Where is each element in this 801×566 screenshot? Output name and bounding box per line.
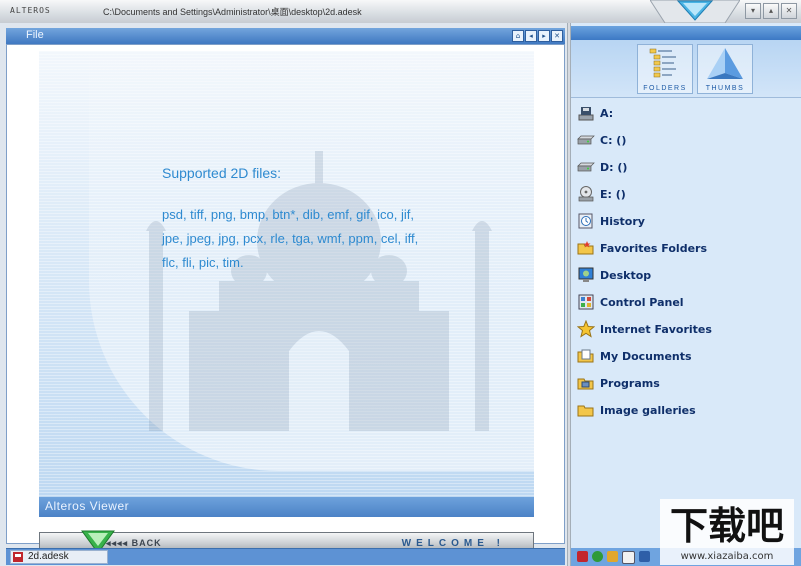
- list-item-e-drive[interactable]: E: (): [577, 184, 626, 204]
- list-item-label: Control Panel: [600, 295, 684, 309]
- rewind-arrows-icon: ◂◂◂◂: [106, 538, 129, 548]
- list-item-my-documents[interactable]: My Documents: [577, 346, 692, 366]
- refresh-icon[interactable]: [592, 551, 603, 562]
- viewer-panel-header: File ⌂ ◂ ▸ ✕: [6, 28, 565, 44]
- list-item-label: History: [600, 214, 645, 228]
- maximize-button[interactable]: ▴: [763, 3, 779, 19]
- adesk-file-icon: [13, 552, 23, 562]
- document-tab-label: 2d.adesk: [28, 551, 69, 562]
- viewer-name-label: Alteros Viewer: [45, 499, 130, 513]
- supported-files-line: flc, fli, pic, tim.: [162, 255, 244, 270]
- list-item-internet-favorites[interactable]: Internet Favorites: [577, 319, 712, 339]
- supported-files-info: Supported 2D files: psd, tiff, png, bmp,…: [162, 165, 418, 275]
- arrow-left-icon[interactable]: ◂: [525, 30, 537, 42]
- close-panel-icon[interactable]: ✕: [551, 30, 563, 42]
- thumbs-pyramid-icon: [707, 48, 743, 79]
- document-tab-bar: 2d.adesk: [6, 548, 565, 565]
- window-icon[interactable]: [639, 551, 650, 562]
- list-item-label: E: (): [600, 187, 626, 201]
- list-item-c-drive[interactable]: C: (): [577, 130, 626, 150]
- browser-pane: FOLDERS THUMBS A: C: () D: () E: () Hist…: [571, 23, 801, 566]
- programs-icon: [577, 378, 594, 390]
- minimize-button[interactable]: ▾: [745, 3, 761, 19]
- list-item-programs[interactable]: Programs: [577, 373, 660, 393]
- xiazaiba-watermark-logo: 下载吧 www.xiazaiba.com: [660, 499, 794, 565]
- browser-pane-header: [571, 26, 801, 40]
- film-icon[interactable]: [577, 551, 588, 562]
- title-bar: ALTEROS C:\Documents and Settings\Admini…: [0, 0, 801, 24]
- home-icon[interactable]: ⌂: [512, 30, 524, 42]
- document-tab[interactable]: 2d.adesk: [10, 550, 108, 564]
- list-item-label: Desktop: [600, 268, 652, 282]
- list-item-control-panel[interactable]: Control Panel: [577, 292, 684, 312]
- favorites-folder-icon: [577, 241, 594, 255]
- documents-icon: [577, 349, 594, 363]
- history-icon: [578, 213, 593, 229]
- list-item-favorites-folders[interactable]: Favorites Folders: [577, 238, 707, 258]
- image-viewer[interactable]: Supported 2D files: psd, tiff, png, bmp,…: [39, 51, 534, 517]
- folder-icon: [577, 405, 594, 417]
- svg-text:下载吧: 下载吧: [670, 504, 784, 548]
- app-brand: ALTEROS: [10, 6, 51, 15]
- list-item-desktop[interactable]: Desktop: [577, 265, 651, 285]
- document-icon[interactable]: [622, 551, 635, 564]
- list-item-image-galleries[interactable]: Image galleries: [577, 400, 696, 420]
- list-item-label: Internet Favorites: [600, 322, 712, 336]
- tab-folders[interactable]: FOLDERS: [637, 44, 693, 94]
- window-path: C:\Documents and Settings\Administrator\…: [103, 7, 362, 17]
- arrow-right-icon[interactable]: ▸: [538, 30, 550, 42]
- settings-icon[interactable]: [607, 551, 618, 562]
- back-label: BACK: [131, 538, 162, 548]
- dropdown-wedge-icon[interactable]: [650, 0, 740, 23]
- close-button[interactable]: ✕: [781, 3, 797, 19]
- list-item-label: My Documents: [600, 349, 692, 363]
- floppy-drive-icon: [578, 107, 594, 121]
- list-item-a-drive[interactable]: A:: [577, 103, 613, 123]
- file-menu[interactable]: File: [26, 29, 44, 41]
- viewer-pane: File ⌂ ◂ ▸ ✕ Supported 2D files: psd, ti…: [0, 23, 567, 566]
- taj-mahal-watermark: [146, 151, 492, 431]
- cd-drive-icon: [578, 186, 594, 202]
- hard-drive-icon: [577, 135, 595, 145]
- list-item-label: A:: [600, 106, 614, 120]
- tab-thumbs-label: THUMBS: [705, 85, 745, 92]
- browser-view-tabs: FOLDERS THUMBS: [571, 40, 801, 98]
- list-item-label: Image galleries: [600, 403, 696, 417]
- list-item-label: Programs: [600, 376, 660, 390]
- tab-folders-label: FOLDERS: [643, 85, 687, 92]
- list-item-d-drive[interactable]: D: (): [577, 157, 627, 177]
- viewer-frame: Supported 2D files: psd, tiff, png, bmp,…: [6, 44, 565, 562]
- star-icon: [577, 320, 595, 338]
- tab-thumbs[interactable]: THUMBS: [697, 44, 753, 94]
- list-item-label: D: (): [600, 160, 628, 174]
- supported-files-heading: Supported 2D files:: [162, 165, 282, 181]
- supported-files-line: psd, tiff, png, bmp, btn*, dib, emf, gif…: [162, 207, 414, 222]
- control-panel-icon: [578, 294, 594, 310]
- viewer-footer: Alteros Viewer: [39, 497, 534, 517]
- list-item-label: C: (): [600, 133, 627, 147]
- supported-files-line: jpe, jpeg, jpg, pcx, rle, tga, wmf, ppm,…: [162, 231, 419, 246]
- svg-text:www.xiazaiba.com: www.xiazaiba.com: [681, 551, 774, 562]
- list-item-label: Favorites Folders: [600, 241, 708, 255]
- desktop-icon: [578, 267, 594, 282]
- list-item-history[interactable]: History: [577, 211, 645, 231]
- folders-tree-icon: [649, 48, 676, 78]
- hard-drive-icon: [577, 162, 595, 172]
